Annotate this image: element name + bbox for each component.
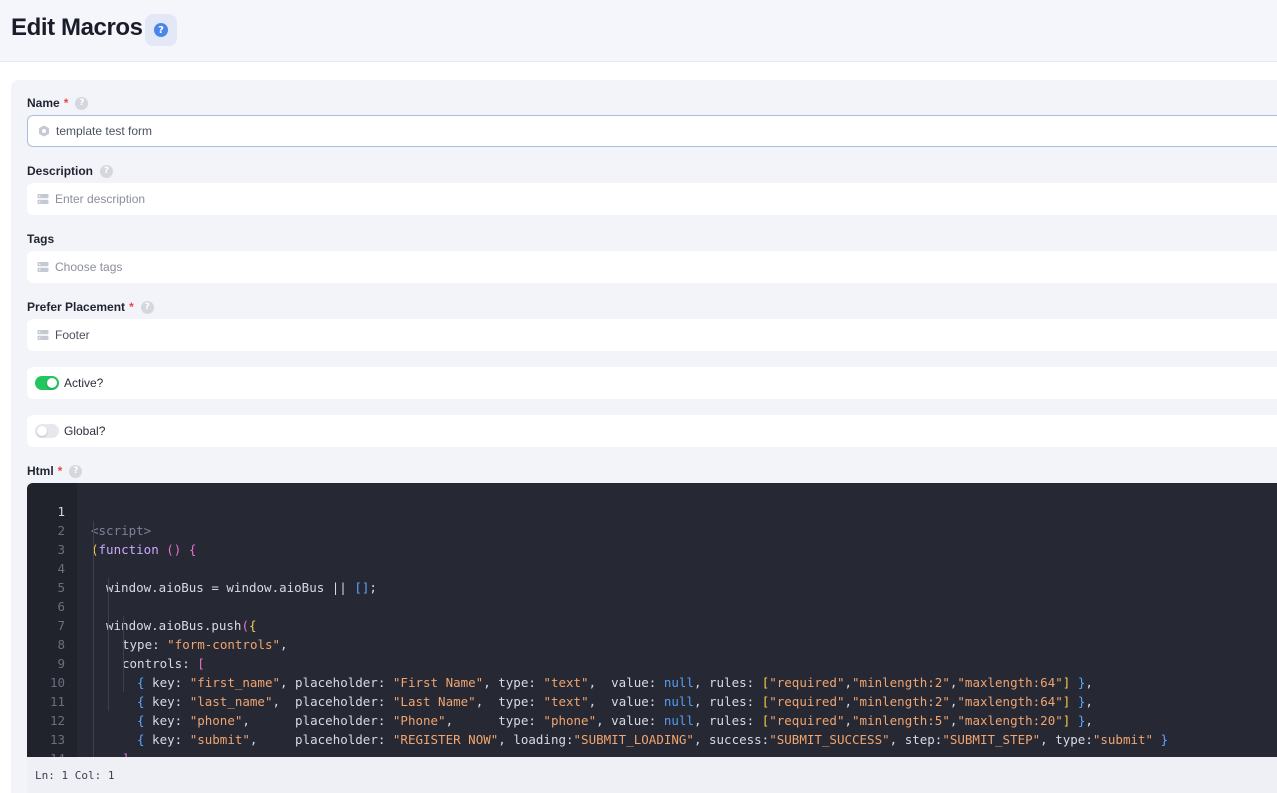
description-placeholder: Enter description xyxy=(55,192,146,206)
code-line: 7 controls: [ xyxy=(27,597,1277,671)
code-line: 2 (function () { xyxy=(27,502,1277,557)
placement-select[interactable]: Footer xyxy=(27,319,1277,351)
help-button[interactable]: ? xyxy=(145,14,177,46)
html-label-text: Html xyxy=(27,464,54,478)
help-icon[interactable]: ? xyxy=(140,300,154,314)
required-mark: * xyxy=(63,96,69,110)
code-line: 11 { key: "submit", placeholder: "REGIST… xyxy=(27,673,1277,747)
code-line: 1 <script> xyxy=(27,483,1277,538)
server-icon xyxy=(37,261,49,273)
code-line: 10 { key: "phone", placeholder: "Phone",… xyxy=(27,654,1277,728)
help-icon[interactable]: ? xyxy=(69,464,83,478)
description-label: Description ? xyxy=(27,164,114,178)
help-icon[interactable]: ? xyxy=(75,96,89,110)
code-line: 4 xyxy=(27,540,1277,576)
placement-label-text: Prefer Placement xyxy=(27,300,126,314)
server-icon xyxy=(37,329,49,341)
code-line: 8 { key: "first_name", placeholder: "Fir… xyxy=(27,616,1277,690)
page-header: Edit Macros ? xyxy=(0,0,1277,62)
code-line xyxy=(27,749,1277,757)
global-row: Global? xyxy=(27,415,1277,447)
page-title: Edit Macros xyxy=(11,14,143,41)
active-label: Active? xyxy=(64,376,104,390)
code-line: 14 xyxy=(27,730,1277,757)
name-label: Name * ? xyxy=(27,96,89,110)
required-mark: * xyxy=(129,300,134,314)
name-input[interactable]: template test form xyxy=(27,115,1277,147)
placement-value: Footer xyxy=(55,328,90,342)
cursor-position: Ln: 1 Col: 1 xyxy=(35,768,115,782)
tags-label: Tags xyxy=(27,232,54,246)
editor-status-bar: Ln: 1 Col: 1 xyxy=(27,757,1277,793)
html-label: Html * ? xyxy=(27,464,83,478)
code-line: 6 type: "form-controls", xyxy=(27,578,1277,652)
code-line: 12 ] xyxy=(27,692,1277,757)
description-input[interactable]: Enter description xyxy=(27,183,1277,215)
global-label: Global? xyxy=(64,424,106,438)
name-label-text: Name xyxy=(27,96,60,110)
name-value: template test form xyxy=(56,124,153,138)
required-mark: * xyxy=(57,464,63,478)
code-line: 9 { key: "last_name", placeholder: "Last… xyxy=(27,635,1277,709)
placement-label: Prefer Placement * ? xyxy=(27,300,154,314)
hexagon-icon xyxy=(38,125,50,137)
code-line: 5 window.aioBus.push({ xyxy=(27,559,1277,633)
code-editor[interactable]: 1 <script> 2 (function () { 3 window.aio… xyxy=(27,483,1277,757)
tags-label-text: Tags xyxy=(27,232,55,246)
help-icon[interactable]: ? xyxy=(100,164,114,178)
tags-placeholder: Choose tags xyxy=(55,260,123,274)
active-row: Active? xyxy=(27,367,1277,399)
code-line: 3 window.aioBus = window.aioBus || []; xyxy=(27,521,1277,595)
tags-select[interactable]: Choose tags xyxy=(27,251,1277,283)
global-toggle[interactable] xyxy=(35,424,59,438)
code-line: 13 }); xyxy=(27,711,1277,747)
server-icon xyxy=(37,193,49,205)
active-toggle[interactable] xyxy=(35,376,59,390)
question-circle-icon: ? xyxy=(154,23,168,37)
description-label-text: Description xyxy=(27,164,94,178)
